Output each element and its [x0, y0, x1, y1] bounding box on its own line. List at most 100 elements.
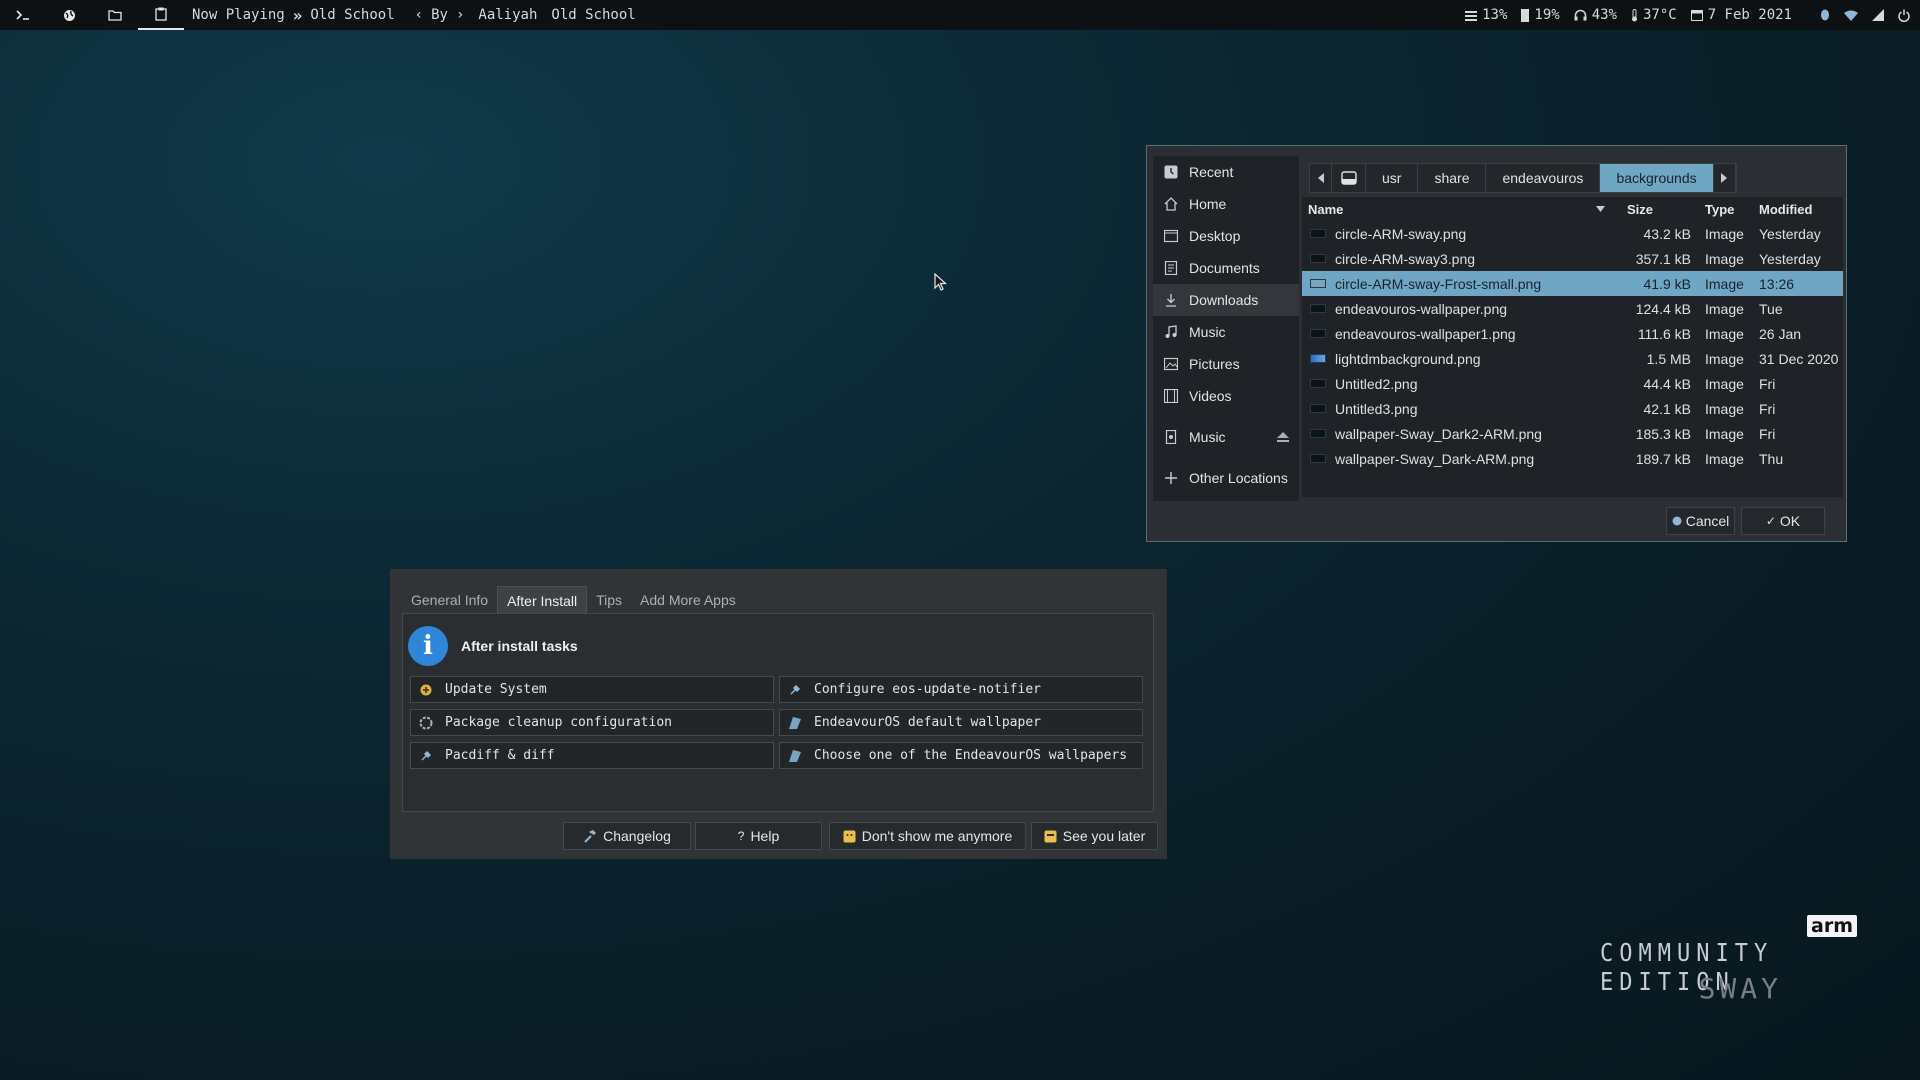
- file-row[interactable]: Untitled2.png 44.4 kB Image Fri: [1302, 371, 1843, 396]
- chevron-left-icon: [1317, 173, 1324, 183]
- place-label: Home: [1189, 196, 1227, 212]
- tab-after-install[interactable]: After Install: [497, 586, 588, 614]
- image-thumbnail-icon: [1310, 379, 1326, 388]
- temperature-module[interactable]: 37°C: [1631, 7, 1677, 23]
- ok-button[interactable]: ✓ OK: [1741, 507, 1825, 535]
- file-rows: circle-ARM-sway.png 43.2 kB Image Yesterday…: [1302, 221, 1843, 471]
- place-downloads[interactable]: Downloads: [1153, 284, 1299, 316]
- configure-icon: [788, 683, 802, 697]
- next-track-button[interactable]: ›: [456, 7, 464, 23]
- emoji-icon: [843, 830, 856, 842]
- cpu-value: 13%: [1482, 7, 1508, 23]
- memory-module[interactable]: 19%: [1521, 7, 1560, 23]
- network-icon[interactable]: [1872, 9, 1884, 21]
- volume-module[interactable]: 43%: [1574, 7, 1617, 23]
- recent-icon: [1163, 164, 1179, 180]
- path-forward-button[interactable]: [1714, 164, 1736, 192]
- file-type: Image: [1705, 325, 1744, 342]
- changelog-button[interactable]: Changelog: [563, 822, 691, 850]
- cpu-icon: [1465, 10, 1478, 21]
- help-button[interactable]: ? Help: [695, 822, 822, 850]
- column-header-size[interactable]: Size: [1619, 202, 1691, 217]
- path-root-button[interactable]: [1332, 164, 1366, 192]
- path-crumb-endeavouros[interactable]: endeavouros: [1486, 164, 1601, 192]
- path-crumb-backgrounds[interactable]: backgrounds: [1600, 164, 1714, 192]
- configure-notifier-button[interactable]: Configure eos-update-notifier: [779, 676, 1143, 703]
- cleanup-icon: [419, 716, 433, 730]
- mouse-cursor-icon: [934, 273, 948, 291]
- image-thumbnail-icon: [1310, 304, 1326, 313]
- eject-icon[interactable]: [1277, 429, 1289, 445]
- place-pictures[interactable]: Pictures: [1153, 348, 1299, 380]
- date-value: 7 Feb 2021: [1707, 7, 1792, 23]
- tab-add-more-apps[interactable]: Add More Apps: [631, 586, 745, 614]
- update-icon: [419, 683, 433, 697]
- bluetooth-icon[interactable]: [1820, 9, 1830, 21]
- forward-icon: »: [292, 5, 303, 25]
- pictures-icon: [1163, 356, 1179, 372]
- column-name-label: Name: [1308, 201, 1344, 217]
- file-name-cell: lightdmbackground.png: [1302, 351, 1619, 367]
- workspace-browser[interactable]: [46, 0, 92, 30]
- file-row[interactable]: circle-ARM-sway3.png 357.1 kB Image Yesterd…: [1302, 246, 1843, 271]
- file-row[interactable]: wallpaper-Sway_Dark-ARM.png 189.7 kB Image…: [1302, 446, 1843, 471]
- file-row[interactable]: endeavouros-wallpaper1.png 111.6 kB Image 2…: [1302, 321, 1843, 346]
- file-row[interactable]: Untitled3.png 42.1 kB Image Fri: [1302, 396, 1843, 421]
- hammer-icon: [584, 830, 597, 843]
- file-type: Image: [1705, 425, 1744, 442]
- cancel-button[interactable]: Cancel: [1666, 507, 1735, 535]
- file-row[interactable]: circle-ARM-sway.png 43.2 kB Image Yesterday: [1302, 221, 1843, 246]
- cpu-module[interactable]: 13%: [1465, 7, 1507, 23]
- place-music[interactable]: Music: [1153, 316, 1299, 348]
- sway-text: SWAY: [1698, 972, 1782, 1005]
- column-header-modified[interactable]: Modified: [1749, 202, 1843, 217]
- place-home[interactable]: Home: [1153, 188, 1299, 220]
- file-row[interactable]: endeavouros-wallpaper.png 124.4 kB Image Tu…: [1302, 296, 1843, 321]
- see-you-later-button[interactable]: See you later: [1031, 822, 1158, 850]
- now-playing-label: Now Playing: [192, 7, 285, 23]
- path-crumb-usr[interactable]: usr: [1366, 164, 1419, 192]
- place-videos[interactable]: Videos: [1153, 380, 1299, 412]
- workspace-clipboard[interactable]: [138, 0, 184, 30]
- prev-track-button[interactable]: ‹: [415, 7, 423, 23]
- column-header-type[interactable]: Type: [1691, 202, 1749, 217]
- task-label: EndeavourOS default wallpaper: [814, 715, 1041, 730]
- path-crumb-share[interactable]: share: [1418, 164, 1487, 192]
- file-row[interactable]: wallpaper-Sway_Dark2-ARM.png 185.3 kB Imag…: [1302, 421, 1843, 446]
- place-desktop[interactable]: Desktop: [1153, 220, 1299, 252]
- ok-label: OK: [1779, 513, 1801, 529]
- column-header-name[interactable]: Name: [1302, 202, 1619, 217]
- place-device-music[interactable]: Music: [1153, 421, 1299, 453]
- tab-general-info[interactable]: General Info: [402, 586, 497, 614]
- file-name-cell: endeavouros-wallpaper1.png: [1302, 326, 1619, 342]
- file-name: circle-ARM-sway3.png: [1335, 250, 1476, 267]
- file-name: endeavouros-wallpaper1.png: [1335, 325, 1516, 342]
- workspace-files[interactable]: [92, 0, 138, 30]
- clipboard-icon: [155, 7, 167, 21]
- choose-wallpaper-button[interactable]: Choose one of the EndeavourOS wallpapers: [779, 742, 1143, 769]
- file-size: 1.5 MB: [1646, 350, 1691, 367]
- file-row[interactable]: circle-ARM-sway-Frost-small.png 41.9 kB Im…: [1302, 271, 1843, 296]
- update-system-button[interactable]: Update System: [410, 676, 774, 703]
- place-other-locations[interactable]: Other Locations: [1153, 462, 1299, 494]
- wifi-icon[interactable]: [1844, 10, 1858, 21]
- desktop-icon: [1163, 228, 1179, 244]
- file-name: wallpaper-Sway_Dark2-ARM.png: [1335, 425, 1542, 442]
- terminal-icon: [16, 10, 29, 20]
- path-back-button[interactable]: [1310, 164, 1332, 192]
- file-name: Untitled2.png: [1335, 375, 1418, 392]
- tab-tips[interactable]: Tips: [587, 586, 631, 614]
- clock-module[interactable]: 7 Feb 2021: [1690, 7, 1792, 23]
- workspace-terminal[interactable]: [0, 0, 46, 30]
- default-wallpaper-button[interactable]: EndeavourOS default wallpaper: [779, 709, 1143, 736]
- place-documents[interactable]: Documents: [1153, 252, 1299, 284]
- place-recent[interactable]: Recent: [1153, 156, 1299, 188]
- pacdiff-button[interactable]: Pacdiff & diff: [410, 742, 774, 769]
- package-cleanup-button[interactable]: Package cleanup configuration: [410, 709, 774, 736]
- file-row[interactable]: lightdmbackground.png 1.5 MB Image 31 Dec 2…: [1302, 346, 1843, 371]
- power-icon[interactable]: [1898, 9, 1910, 22]
- headphones-icon: [1574, 9, 1587, 21]
- dont-show-button[interactable]: Don't show me anymore: [829, 822, 1026, 850]
- file-name-cell: wallpaper-Sway_Dark-ARM.png: [1302, 451, 1619, 467]
- path-bar: usr share endeavouros backgrounds: [1309, 163, 1737, 193]
